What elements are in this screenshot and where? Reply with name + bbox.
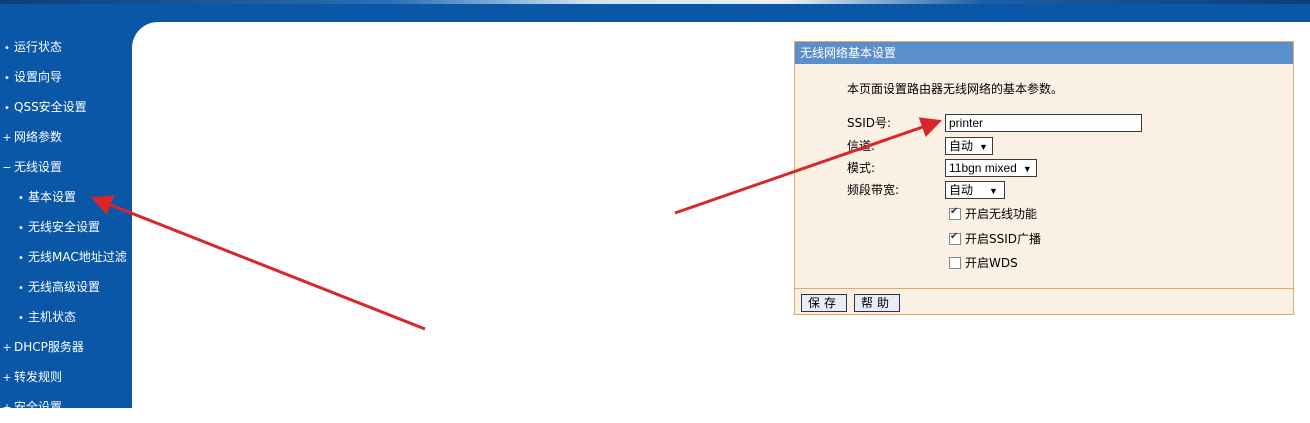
bullet-icon: •: [18, 253, 24, 264]
bullet-icon: •: [18, 283, 24, 294]
enable-ssid-broadcast-label: 开启SSID广播: [965, 232, 1042, 246]
bandwidth-select[interactable]: 自动 ▼: [945, 181, 1005, 199]
chevron-down-icon: ▼: [979, 142, 988, 152]
sidebar-item-label: 主机状态: [28, 310, 77, 324]
channel-label: 信道:: [847, 139, 876, 153]
sidebar-menu: • 运行状态 • 设置向导 • QSS安全设置 + 网络参数 − 无线设置 • 基本设置 • 无线安全设置…: [0, 32, 132, 422]
sidebar-item[interactable]: + 转发规则: [0, 362, 132, 392]
sidebar-item-label: 无线高级设置: [28, 280, 101, 294]
sidebar-item[interactable]: + 安全设置: [0, 392, 132, 422]
bullet-icon: •: [4, 73, 10, 84]
bandwidth-label: 频段带宽:: [847, 183, 900, 197]
sidebar-item-label: 安全设置: [14, 400, 63, 414]
sidebar-item-label: 无线安全设置: [28, 220, 101, 234]
expand-icon: +: [2, 371, 12, 384]
bullet-icon: •: [4, 103, 10, 114]
sidebar-item[interactable]: • 无线MAC地址过滤: [0, 242, 132, 272]
chevron-down-icon: ▼: [989, 186, 998, 196]
ssid-input[interactable]: [945, 114, 1142, 132]
sidebar-item-label: 网络参数: [14, 130, 63, 144]
panel-divider: [795, 288, 1293, 289]
checkbox-box[interactable]: [949, 256, 961, 269]
bullet-icon: •: [18, 223, 24, 234]
mode-select[interactable]: 11bgn mixed ▼: [945, 159, 1037, 177]
speech-bubble-logo-icon: [1044, 352, 1090, 384]
top-banner: [0, 0, 1310, 22]
sidebar-item-label: 运行状态: [14, 40, 63, 54]
collapse-icon: −: [2, 161, 12, 174]
expand-icon: +: [2, 341, 12, 354]
checkbox-box[interactable]: [949, 231, 961, 245]
wireless-basic-settings-panel: 无线网络基本设置 本页面设置路由器无线网络的基本参数。 SSID号: 信道: 自…: [794, 41, 1294, 315]
panel-title: 无线网络基本设置: [795, 42, 1293, 64]
banner-strip: [0, 0, 1310, 4]
sidebar-item[interactable]: + 网络参数: [0, 122, 132, 152]
enable-wds-checkbox[interactable]: 开启WDS: [949, 254, 1018, 271]
bullet-icon: •: [18, 313, 24, 324]
sidebar-item[interactable]: • 运行状态: [0, 32, 132, 62]
sidebar-item[interactable]: • 设置向导: [0, 62, 132, 92]
sidebar-item-label: 设置向导: [14, 70, 63, 84]
sidebar-item[interactable]: • QSS安全设置: [0, 92, 132, 122]
sidebar-item-label: 无线设置: [14, 160, 63, 174]
expand-icon: +: [2, 401, 12, 414]
enable-wireless-checkbox[interactable]: 开启无线功能: [949, 205, 1037, 222]
sidebar-item[interactable]: • 主机状态: [0, 302, 132, 332]
sidebar-item[interactable]: − 无线设置: [0, 152, 132, 182]
enable-wireless-label: 开启无线功能: [965, 207, 1038, 221]
bandwidth-select-value: 自动: [949, 183, 974, 197]
channel-select[interactable]: 自动 ▼: [945, 137, 993, 155]
sidebar-item[interactable]: • 无线安全设置: [0, 212, 132, 242]
mode-select-value: 11bgn mixed: [949, 161, 1017, 175]
channel-select-value: 自动: [949, 139, 974, 153]
sidebar-item-label: QSS安全设置: [14, 100, 87, 114]
sidebar-item-label: 转发规则: [14, 370, 63, 384]
chevron-down-icon: ▼: [1022, 164, 1032, 174]
help-button[interactable]: 帮助: [854, 294, 901, 312]
mode-label: 模式:: [847, 161, 876, 175]
sidebar-item-label: 无线MAC地址过滤: [28, 250, 127, 264]
bullet-icon: •: [18, 193, 24, 204]
watermark: 悟空问答: [1044, 342, 1242, 391]
sidebar-item[interactable]: • 无线高级设置: [0, 272, 132, 302]
sidebar-item[interactable]: • 基本设置: [0, 182, 132, 212]
bullet-icon: •: [4, 43, 10, 54]
content-corner: [132, 22, 158, 48]
enable-ssid-broadcast-checkbox[interactable]: 开启SSID广播: [949, 230, 1041, 247]
sidebar-item-label: DHCP服务器: [14, 340, 84, 354]
checkbox-box[interactable]: [949, 206, 961, 220]
ssid-label: SSID号:: [847, 116, 892, 130]
save-button[interactable]: 保存: [801, 294, 848, 312]
panel-description: 本页面设置路由器无线网络的基本参数。: [847, 82, 1064, 96]
expand-icon: +: [2, 131, 12, 144]
watermark-text: 悟空问答: [1098, 350, 1242, 390]
sidebar-item-label: 基本设置: [28, 190, 77, 204]
enable-wds-label: 开启WDS: [965, 256, 1018, 270]
sidebar-item[interactable]: + DHCP服务器: [0, 332, 132, 362]
